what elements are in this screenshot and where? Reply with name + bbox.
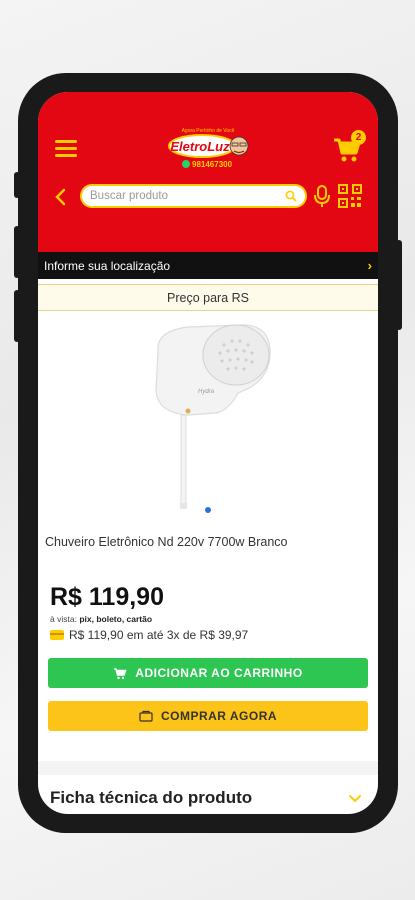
price-region-label: Preço para RS	[167, 290, 249, 305]
app-screen: Agora Pertinho de Você EletroLuz 9814673…	[38, 92, 378, 814]
logo-phone: 981467300	[192, 160, 233, 169]
cart-icon	[114, 667, 127, 679]
logo-tagline: Agora Pertinho de Você	[182, 128, 235, 134]
installment-info: R$ 119,90 em até 3x de R$ 39,97	[38, 624, 378, 642]
search-icon[interactable]	[285, 190, 297, 202]
search-bar[interactable]	[80, 184, 307, 208]
menu-icon-bar	[55, 154, 77, 157]
payment-info: à vista: pix, boleto, cartão	[38, 612, 378, 624]
specs-title: Ficha técnica do produto	[50, 788, 253, 807]
buy-now-button[interactable]: COMPRAR AGORA	[48, 701, 368, 731]
cart-button[interactable]: 2	[332, 130, 366, 164]
back-button[interactable]	[52, 187, 70, 207]
payment-prefix: à vista:	[50, 614, 77, 624]
product-image-brand: Hydra	[198, 389, 215, 395]
microphone-icon[interactable]	[313, 184, 331, 208]
store-logo: Agora Pertinho de Você EletroLuz 9814673…	[168, 128, 249, 169]
menu-button[interactable]	[55, 140, 77, 158]
chevron-down-icon	[349, 795, 361, 803]
payment-methods: pix, boleto, cartão	[79, 614, 153, 624]
chevron-left-icon	[55, 188, 66, 206]
product-name: Chuveiro Eletrônico Nd 220v 7700w Branco	[45, 535, 288, 549]
specs-accordion[interactable]: Ficha técnica do produto	[38, 775, 378, 814]
search-input[interactable]	[90, 190, 285, 202]
add-to-cart-button[interactable]: ADICIONAR AO CARRINHO	[48, 658, 368, 688]
product-image: Hydra	[132, 311, 282, 521]
location-label: Informe sua localização	[44, 258, 171, 273]
qr-code-icon[interactable]	[338, 184, 362, 208]
installment-text: R$ 119,90 em até 3x de R$ 39,97	[69, 628, 249, 642]
menu-icon-bar	[55, 140, 77, 143]
product-price: R$ 119,90	[50, 583, 164, 611]
cart-count-badge: 2	[351, 130, 366, 145]
bag-icon	[139, 710, 153, 722]
section-divider	[38, 761, 378, 775]
credit-card-icon	[50, 630, 64, 640]
carousel-dot-active[interactable]	[205, 507, 211, 513]
app-header: Agora Pertinho de Você EletroLuz 9814673…	[38, 92, 378, 252]
price-region-selector[interactable]: Preço para RS	[38, 284, 378, 311]
add-to-cart-label: ADICIONAR AO CARRINHO	[135, 666, 303, 680]
chevron-right-icon: ›	[367, 258, 372, 273]
buy-now-label: COMPRAR AGORA	[160, 709, 278, 723]
menu-icon-bar	[55, 147, 77, 150]
location-bar[interactable]: Informe sua localização ›	[38, 252, 378, 279]
product-image-carousel[interactable]: Hydra	[38, 311, 378, 521]
logo-name: EletroLuz	[170, 139, 230, 154]
